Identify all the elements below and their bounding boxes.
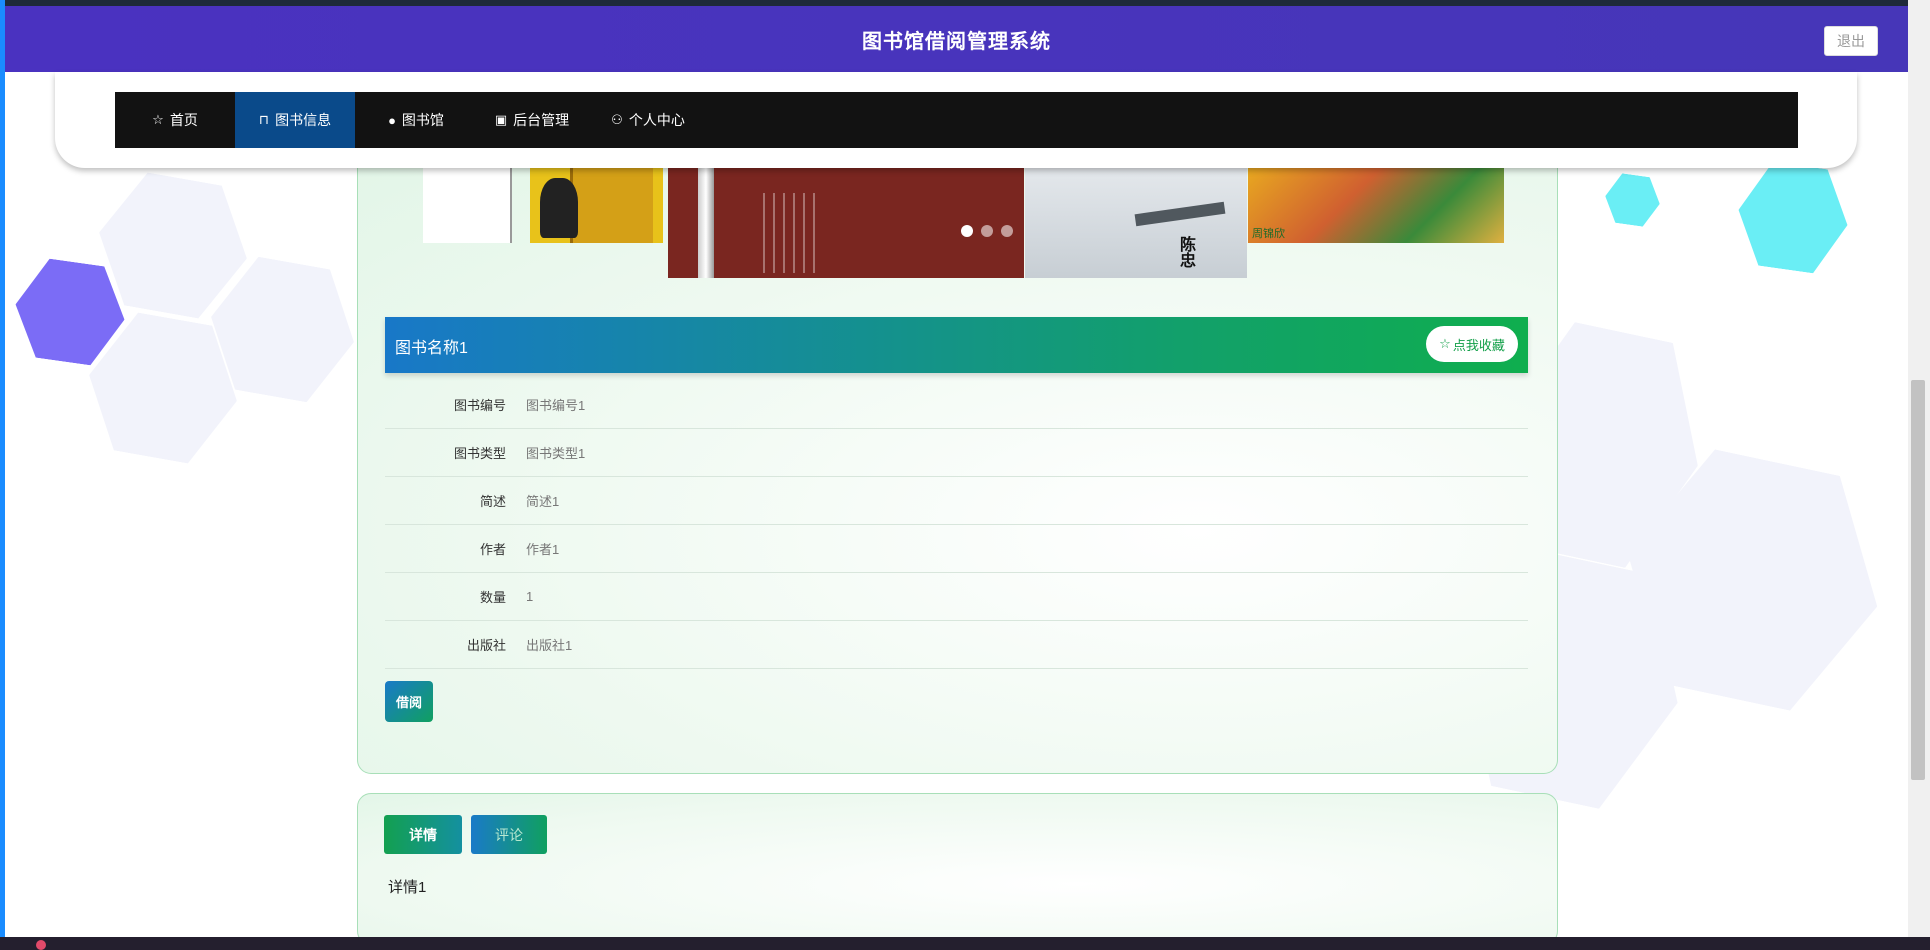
nav-item-label: 首页 bbox=[169, 112, 198, 128]
decor-hexagon bbox=[1731, 158, 1855, 277]
field-row-quantity: 数量 1 bbox=[385, 573, 1528, 621]
book-title-bar: 图书名称1 ☆ 点我收藏 bbox=[385, 317, 1528, 373]
book-carousel[interactable]: 陈忠 周锦欣 bbox=[420, 168, 1510, 278]
nav-item-label: 后台管理 bbox=[513, 112, 570, 128]
taskbar-app-icon[interactable] bbox=[36, 940, 46, 950]
book-fields: 图书编号 图书编号1 图书类型 图书类型1 简述 简述1 作者 作者1 数量 1… bbox=[385, 381, 1528, 669]
field-label: 数量 bbox=[479, 590, 506, 605]
nav-item-admin[interactable]: ▣ 后台管理 bbox=[477, 92, 587, 148]
favorite-button[interactable]: ☆ 点我收藏 bbox=[1426, 326, 1518, 362]
carousel-dot[interactable] bbox=[1001, 225, 1013, 237]
window-left-border bbox=[0, 0, 5, 950]
slide-tag-text: 周锦欣 bbox=[1252, 228, 1285, 240]
carousel-slide bbox=[423, 168, 512, 243]
field-value: 图书类型1 bbox=[526, 446, 586, 461]
logout-button[interactable]: 退出 bbox=[1824, 26, 1878, 56]
field-value: 简述1 bbox=[526, 494, 560, 509]
bag-icon: ⊓ bbox=[258, 112, 270, 127]
field-label: 出版社 bbox=[466, 638, 506, 653]
app-header: 图书馆借阅管理系统 退出 bbox=[5, 6, 1908, 72]
box-icon: ▣ bbox=[494, 112, 508, 127]
nav-item-label: 个人中心 bbox=[628, 112, 685, 128]
page-scrollbar-thumb[interactable] bbox=[1911, 380, 1925, 780]
carousel-dot[interactable] bbox=[981, 225, 993, 237]
nav-item-home[interactable]: ☆ 首页 bbox=[115, 92, 235, 148]
detail-content: 详情1 bbox=[388, 879, 427, 896]
star-icon: ☆ bbox=[152, 112, 164, 127]
carousel-slide bbox=[668, 168, 1024, 278]
carousel-slide: 陈忠 bbox=[1025, 168, 1247, 278]
taskbar-strip bbox=[0, 937, 1930, 950]
field-row-book-number: 图书编号 图书编号1 bbox=[385, 381, 1528, 429]
nav-item-label: 图书信息 bbox=[275, 112, 332, 128]
nav-item-label: 图书馆 bbox=[401, 112, 444, 128]
tab-comment[interactable]: 评论 bbox=[471, 815, 547, 854]
nav-card: ☆ 首页 ⊓ 图书信息 ● 图书馆 ▣ 后台管理 ⚇ 个人中心 bbox=[55, 72, 1857, 168]
field-label: 图书编号 bbox=[453, 398, 506, 413]
field-value: 1 bbox=[526, 589, 534, 604]
field-value: 作者1 bbox=[526, 542, 560, 557]
field-value: 出版社1 bbox=[526, 638, 573, 653]
tab-detail[interactable]: 详情 bbox=[384, 815, 462, 854]
field-row-author: 作者 作者1 bbox=[385, 525, 1528, 573]
app-title: 图书馆借阅管理系统 bbox=[862, 30, 1051, 53]
field-row-summary: 简述 简述1 bbox=[385, 477, 1528, 525]
user-icon: ⚇ bbox=[611, 112, 623, 127]
borrow-button[interactable]: 借阅 bbox=[385, 681, 433, 722]
star-outline-icon: ☆ bbox=[1439, 336, 1451, 351]
book-name: 图书名称1 bbox=[395, 340, 468, 357]
carousel-slide bbox=[530, 168, 663, 243]
main-nav: ☆ 首页 ⊓ 图书信息 ● 图书馆 ▣ 后台管理 ⚇ 个人中心 bbox=[115, 92, 1798, 148]
field-label: 简述 bbox=[479, 494, 506, 509]
info-icon: ● bbox=[388, 112, 396, 128]
favorite-label: 点我收藏 bbox=[1452, 337, 1505, 353]
detail-card: 详情 评论 详情1 bbox=[357, 793, 1558, 945]
nav-item-profile[interactable]: ⚇ 个人中心 bbox=[587, 92, 709, 148]
decor-hexagon bbox=[1602, 171, 1663, 228]
field-label: 图书类型 bbox=[453, 446, 506, 461]
field-row-book-type: 图书类型 图书类型1 bbox=[385, 429, 1528, 477]
nav-item-book-info[interactable]: ⊓ 图书信息 bbox=[235, 92, 355, 148]
field-label: 作者 bbox=[479, 542, 506, 557]
carousel-dot[interactable] bbox=[961, 225, 973, 237]
slide-title-text: 陈忠 bbox=[1177, 236, 1194, 268]
carousel-indicators bbox=[961, 225, 1013, 237]
field-value: 图书编号1 bbox=[526, 398, 586, 413]
carousel-slide: 周锦欣 bbox=[1248, 168, 1504, 243]
field-row-publisher: 出版社 出版社1 bbox=[385, 621, 1528, 669]
nav-item-library[interactable]: ● 图书馆 bbox=[355, 92, 477, 148]
